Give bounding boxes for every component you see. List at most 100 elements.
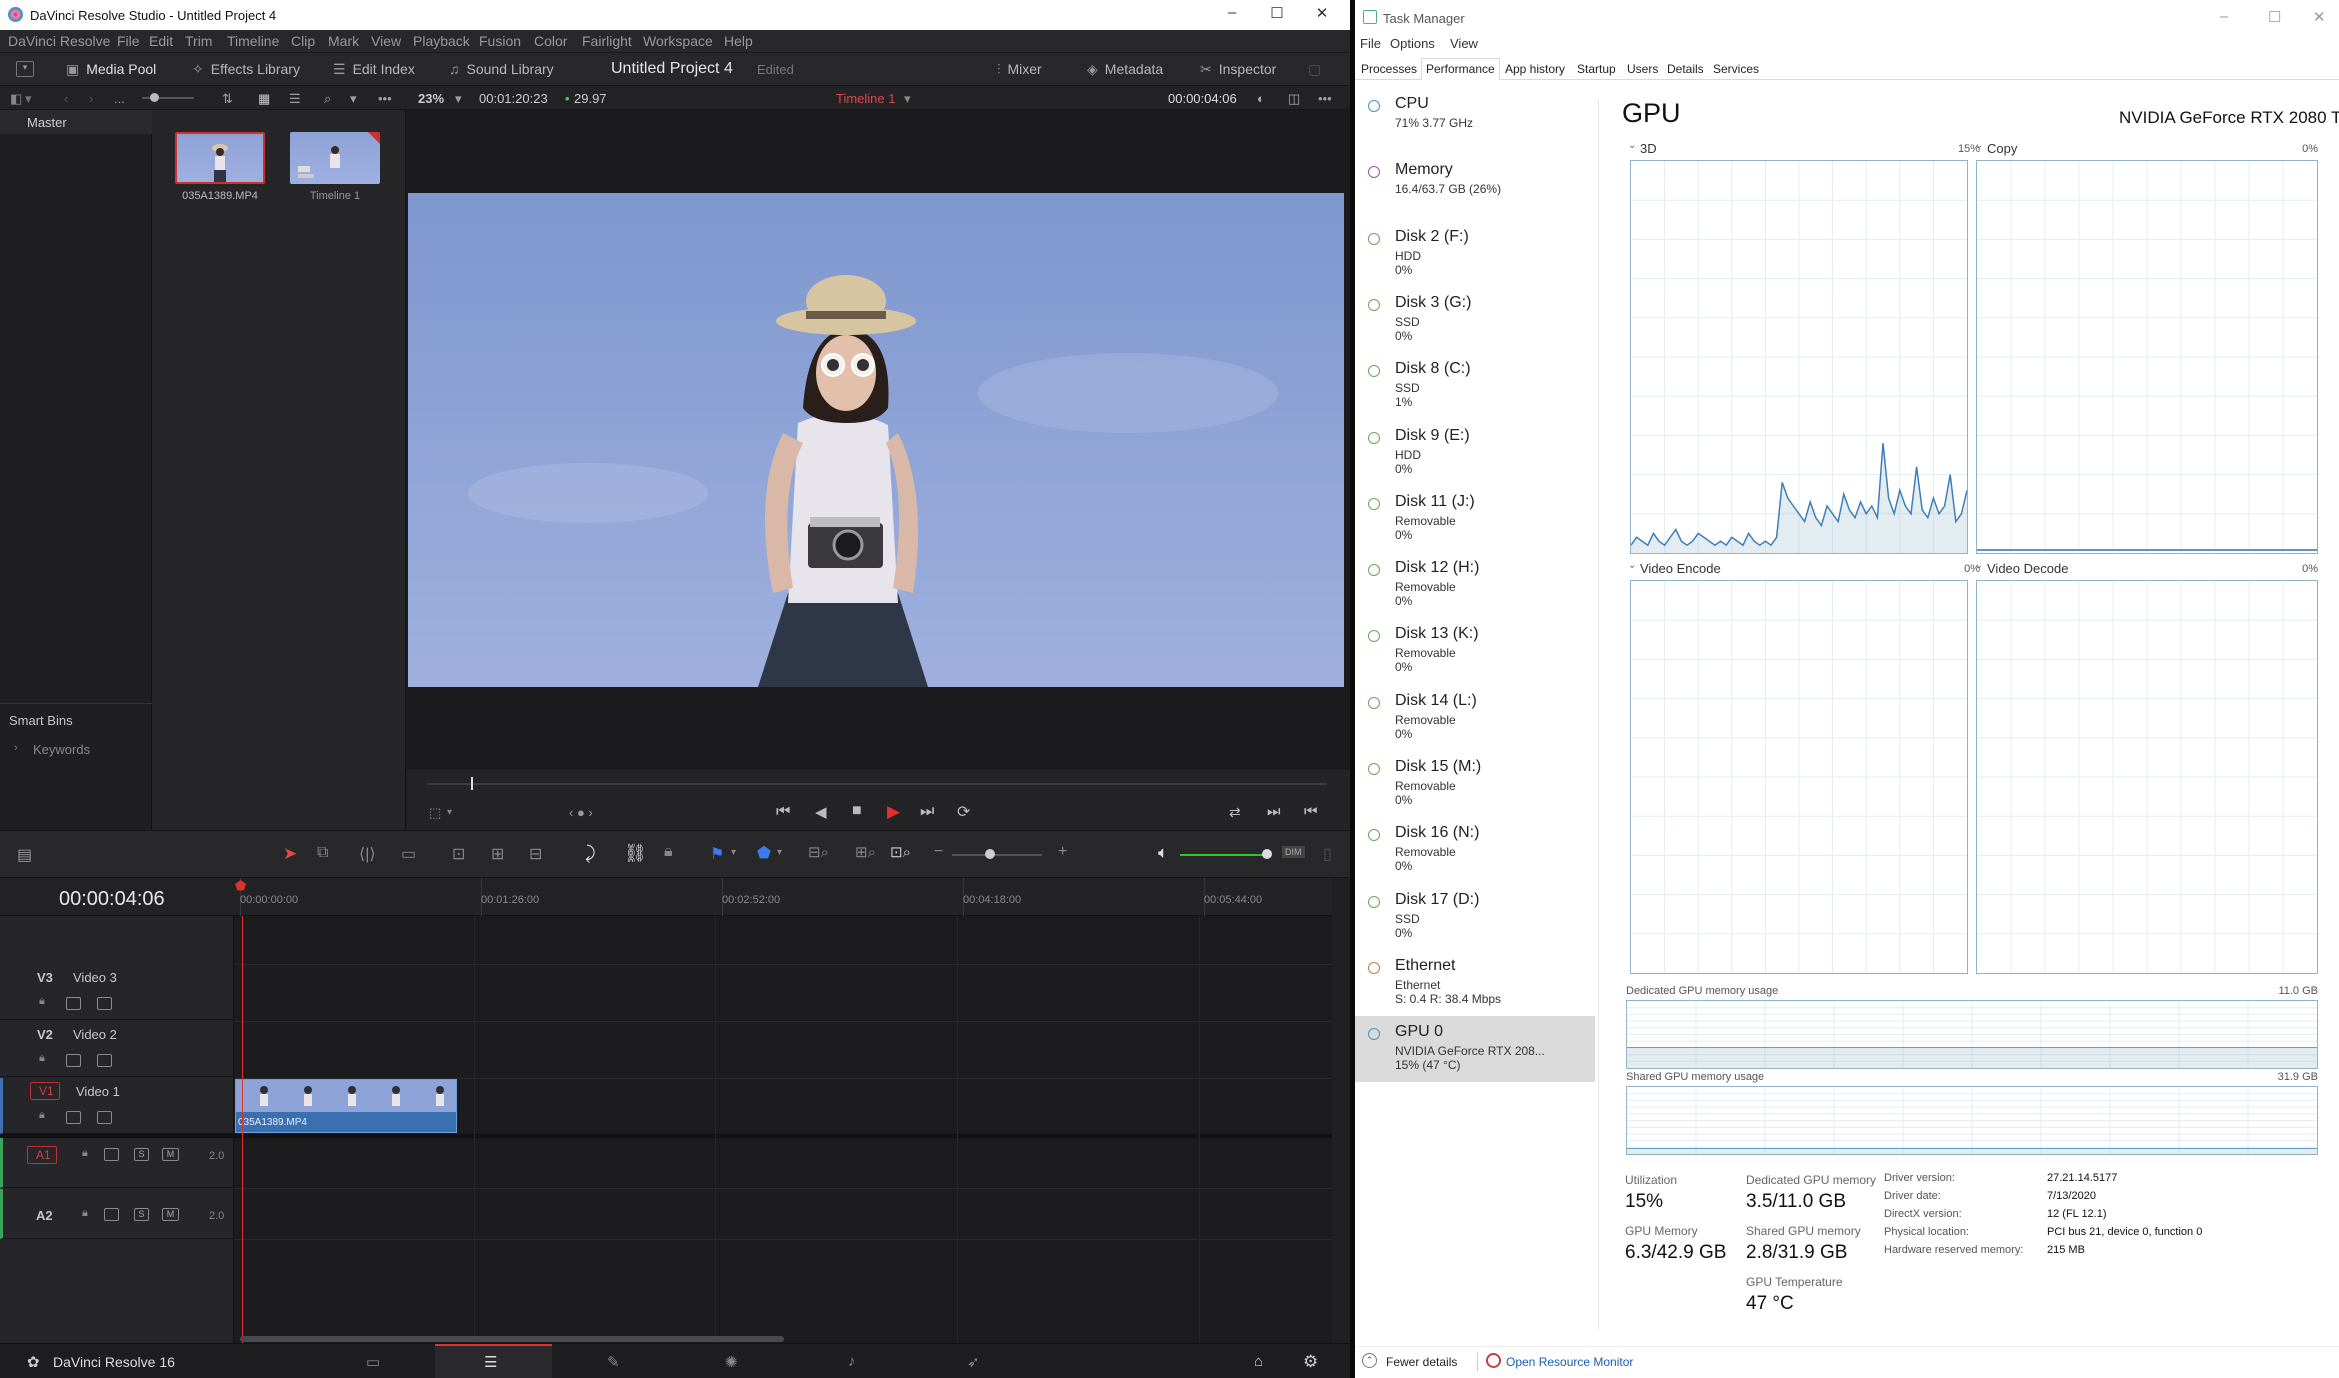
minimize-icon[interactable]: – bbox=[1222, 4, 1242, 26]
device-item-disk-8-c[interactable]: Disk 8 (C:) SSD 1% bbox=[1355, 353, 1595, 419]
graph-label-copy[interactable]: Copy bbox=[1987, 141, 2017, 156]
viewer-loop-icon[interactable]: ⇄ bbox=[1229, 804, 1241, 821]
menu-options[interactable]: Options bbox=[1390, 36, 1435, 51]
edit-page-tab[interactable]: ☰ bbox=[435, 1344, 552, 1378]
graph-collapse-icon[interactable]: ⌄ bbox=[1628, 560, 1636, 571]
play-icon[interactable]: ▶ bbox=[887, 802, 900, 822]
keywords-bin[interactable]: Keywords bbox=[33, 742, 90, 757]
graph-label-video-decode[interactable]: Video Decode bbox=[1987, 561, 2068, 576]
zoom-out-icon[interactable]: − bbox=[934, 843, 943, 861]
tab-startup[interactable]: Startup bbox=[1572, 58, 1621, 80]
home-icon[interactable]: ⌂ bbox=[1254, 1353, 1263, 1370]
stop-icon[interactable]: ■ bbox=[852, 802, 862, 820]
keywords-expand-icon[interactable]: › bbox=[14, 742, 18, 754]
lock-icon[interactable]: 🔒︎ bbox=[39, 995, 45, 1008]
graph-label-video-encode[interactable]: Video Encode bbox=[1640, 561, 1721, 576]
timeline-zoom-handle[interactable] bbox=[985, 849, 995, 859]
menu-file[interactable]: File bbox=[117, 33, 140, 49]
forward-arrow-icon[interactable]: › bbox=[89, 91, 93, 106]
skip-to-end-icon[interactable]: ⏭ bbox=[920, 803, 934, 821]
trim-tool-icon[interactable]: ⧉ bbox=[317, 844, 328, 862]
more-options-icon[interactable]: ••• bbox=[378, 91, 392, 106]
effects-library-button[interactable]: ✧ Effects Library bbox=[192, 61, 300, 77]
media-page-icon[interactable]: ▭ bbox=[366, 1353, 380, 1371]
dynamic-trim-icon[interactable]: ⟨|⟩ bbox=[359, 844, 376, 864]
grid-view-icon[interactable]: ▦ bbox=[258, 91, 270, 107]
menu-clip[interactable]: Clip bbox=[291, 33, 315, 49]
track-name[interactable]: Video 3 bbox=[73, 970, 117, 985]
graph-collapse-icon[interactable]: ⌄ bbox=[1975, 560, 1983, 571]
tab-performance[interactable]: Performance bbox=[1421, 58, 1500, 80]
timeline-tracks-area[interactable]: 035A1389.MP4 bbox=[234, 878, 1332, 1343]
device-item-disk-15-m[interactable]: Disk 15 (M:) Removable 0% bbox=[1355, 751, 1595, 817]
track-header-a2[interactable]: A2 🔒︎ S M 2.0 bbox=[0, 1189, 234, 1239]
scopes-icon[interactable]: ◐ bbox=[1257, 91, 1265, 106]
tab-processes[interactable]: Processes bbox=[1356, 58, 1422, 80]
device-item-disk-11-j[interactable]: Disk 11 (J:) Removable 0% bbox=[1355, 486, 1595, 552]
menu-color[interactable]: Color bbox=[534, 33, 567, 49]
master-bin-row[interactable]: Master bbox=[0, 110, 152, 134]
auto-select-icon[interactable] bbox=[66, 997, 81, 1010]
volume-slider[interactable] bbox=[1180, 854, 1268, 856]
skip-to-start-icon[interactable]: ⏮ bbox=[776, 803, 790, 821]
back-arrow-icon[interactable]: ‹ bbox=[64, 91, 68, 106]
timeline-dropdown-icon[interactable]: ▾ bbox=[904, 91, 911, 107]
graph-collapse-icon[interactable]: ⌄ bbox=[1975, 140, 1983, 151]
transform-icon[interactable]: ⬚ bbox=[429, 805, 441, 821]
menu-timeline[interactable]: Timeline bbox=[227, 33, 279, 49]
device-item-disk-2-f[interactable]: Disk 2 (F:) HDD 0% bbox=[1355, 221, 1595, 287]
chat-icon[interactable]: ▢ bbox=[1308, 61, 1321, 78]
flag-dropdown-icon[interactable]: ▾ bbox=[731, 847, 736, 858]
menu-view[interactable]: View bbox=[1450, 36, 1478, 51]
solo-button[interactable]: S bbox=[134, 1148, 149, 1161]
tab-users[interactable]: Users bbox=[1622, 58, 1663, 80]
menu-edit[interactable]: Edit bbox=[149, 33, 173, 49]
search-icon[interactable]: ⌕ bbox=[324, 91, 331, 107]
device-item-disk-3-g[interactable]: Disk 3 (G:) SSD 0% bbox=[1355, 287, 1595, 353]
device-item-disk-17-d[interactable]: Disk 17 (D:) SSD 0% bbox=[1355, 884, 1595, 950]
lock-icon[interactable]: 🔒︎ bbox=[82, 1147, 88, 1160]
timeline-view-options-icon[interactable]: ▤ bbox=[17, 845, 32, 865]
marker-icon[interactable]: ⬟ bbox=[757, 843, 771, 863]
device-item-disk-16-n[interactable]: Disk 16 (N:) Removable 0% bbox=[1355, 817, 1595, 883]
zoom-dropdown-icon[interactable]: ▾ bbox=[455, 91, 462, 107]
next-edit-icon[interactable]: ⏭ bbox=[1267, 803, 1281, 820]
playhead-marker-icon[interactable]: ⬟ bbox=[235, 878, 246, 894]
track-header-v1[interactable]: V1 Video 1 🔒︎ bbox=[0, 1078, 234, 1134]
track-name[interactable]: Video 1 bbox=[76, 1084, 120, 1099]
graph-label-3d[interactable]: 3D bbox=[1640, 141, 1657, 156]
flag-icon[interactable]: ⚑ bbox=[710, 844, 724, 864]
close-icon[interactable]: ✕ bbox=[2313, 8, 2326, 26]
zoom-in-icon[interactable]: + bbox=[1058, 843, 1067, 861]
lock-icon[interactable]: 🔒︎ bbox=[39, 1109, 45, 1122]
panel-toggle-icon[interactable]: ▾ bbox=[16, 61, 34, 77]
lock-icon[interactable]: 🔒︎ bbox=[82, 1207, 88, 1220]
horizontal-scrollbar[interactable] bbox=[240, 1336, 784, 1342]
viewer-zoom[interactable]: 23% bbox=[418, 91, 444, 106]
open-resource-monitor-link[interactable]: Open Resource Monitor bbox=[1506, 1355, 1633, 1369]
device-item-disk-13-k[interactable]: Disk 13 (K:) Removable 0% bbox=[1355, 618, 1595, 684]
playhead-line[interactable] bbox=[242, 906, 243, 1343]
sort-icon[interactable]: ⇅ bbox=[222, 91, 233, 107]
media-clip-thumbnail[interactable] bbox=[175, 132, 265, 184]
match-frame-icon[interactable]: ‹ ● › bbox=[569, 805, 593, 820]
overwrite-clip-icon[interactable]: ⊞ bbox=[491, 844, 504, 864]
viewer-frame[interactable] bbox=[408, 193, 1344, 687]
sound-library-button[interactable]: ♫ Sound Library bbox=[449, 61, 554, 77]
linked-selection-icon[interactable]: ⛓ bbox=[624, 843, 647, 864]
mixer-button[interactable]: ⫶ Mixer bbox=[997, 61, 1042, 77]
sidebar-toggle-icon[interactable]: ◧ bbox=[10, 91, 22, 107]
mute-button[interactable]: M bbox=[162, 1148, 179, 1161]
settings-gear-icon[interactable]: ⚙ bbox=[1303, 1352, 1318, 1372]
vertical-scrollbar[interactable] bbox=[1332, 878, 1350, 1343]
timeline-zoom-slider[interactable] bbox=[952, 854, 1042, 856]
menu-help[interactable]: Help bbox=[724, 33, 753, 49]
menu-workspace[interactable]: Workspace bbox=[643, 33, 713, 49]
loop-icon[interactable]: ⟳ bbox=[957, 802, 970, 822]
metadata-button[interactable]: ◈ Metadata bbox=[1087, 61, 1163, 77]
menu-view[interactable]: View bbox=[371, 33, 401, 49]
dropdown-icon[interactable]: ▾ bbox=[25, 91, 32, 107]
device-item-cpu[interactable]: CPU 71% 3.77 GHz bbox=[1355, 88, 1595, 154]
timeline-thumbnail[interactable] bbox=[290, 132, 380, 184]
close-icon[interactable]: ✕ bbox=[1312, 4, 1332, 26]
